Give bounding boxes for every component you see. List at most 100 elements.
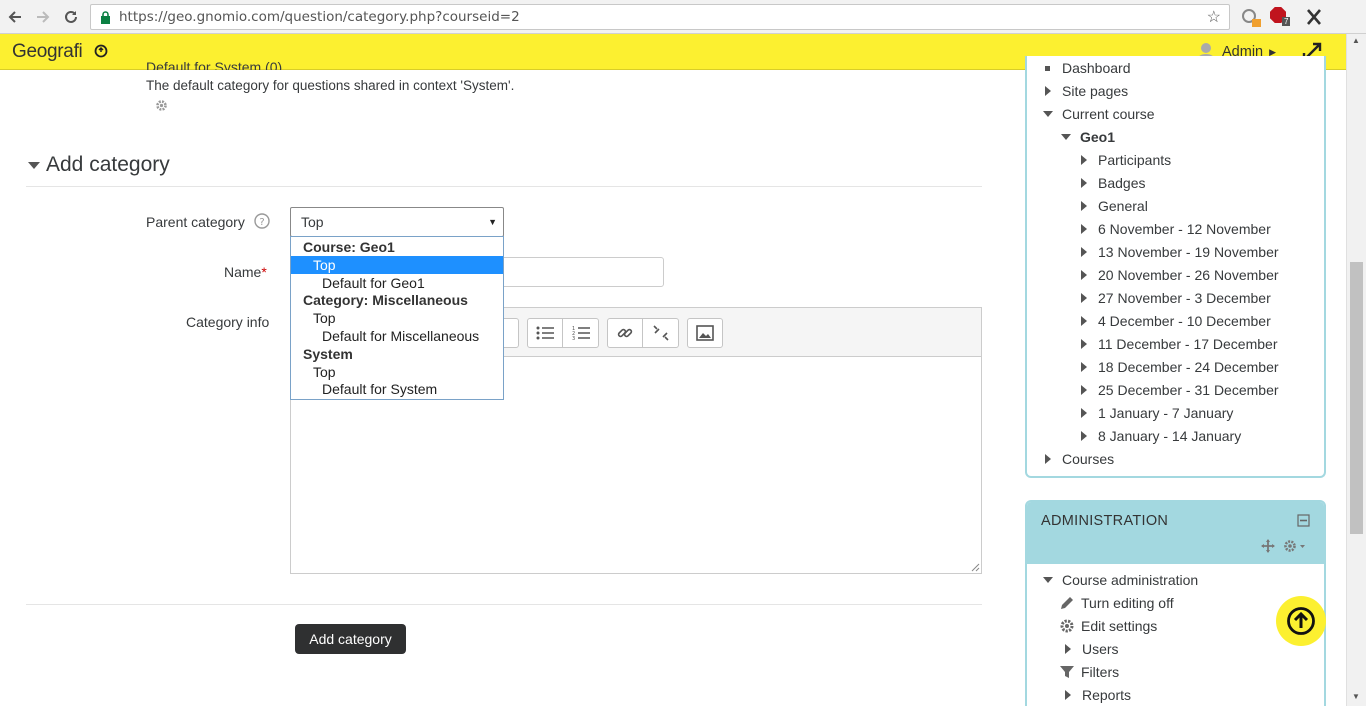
expand-triangle-icon [1081, 178, 1087, 188]
add-category-header[interactable]: Add category [28, 153, 170, 177]
nav-label: 20 November - 26 November [1098, 267, 1279, 283]
nav-dashboard[interactable]: Dashboard [1045, 62, 1131, 74]
expand-triangle-icon [1081, 316, 1087, 326]
parent-category-label: Parent category [146, 214, 245, 230]
dropdown-option[interactable]: Default for Miscellaneous [291, 327, 503, 345]
nav-label: 1 January - 7 January [1098, 405, 1234, 421]
parent-category-options: Course: Geo1 Top Default for Geo1 Category:… [290, 236, 504, 400]
scroll-to-top-button[interactable] [1276, 596, 1326, 646]
adblock-extension[interactable]: 7 [1270, 7, 1292, 27]
back-button[interactable] [4, 6, 26, 28]
toolbar-group-links [607, 318, 679, 348]
reload-icon [65, 10, 77, 23]
category-description: The default category for questions share… [146, 78, 515, 93]
numbered-list-button[interactable]: 123 [563, 319, 598, 347]
admin-label: Turn editing off [1081, 595, 1174, 611]
nav-section-item[interactable]: 13 November - 19 November [1081, 244, 1279, 260]
nav-section-item[interactable]: 4 December - 10 December [1081, 313, 1271, 329]
nav-section-item[interactable]: 27 November - 3 December [1081, 290, 1271, 306]
collapse-triangle-icon [1043, 111, 1053, 117]
scroll-thumb[interactable] [1350, 262, 1363, 534]
dropdown-caret-icon: ▼ [488, 217, 497, 227]
gear-icon [1060, 619, 1074, 633]
reload-button[interactable] [60, 6, 82, 28]
nav-section-item[interactable]: 18 December - 24 December [1081, 359, 1279, 375]
admin-label: Reports [1082, 687, 1132, 703]
expand-triangle-icon [1081, 201, 1087, 211]
nav-current-course[interactable]: Current course [1043, 106, 1155, 122]
nav-section-item[interactable]: Badges [1081, 175, 1145, 191]
gear-icon[interactable] [155, 99, 168, 112]
arrow-right-icon [37, 11, 50, 23]
nav-section-item[interactable]: 8 January - 14 January [1081, 428, 1241, 444]
image-button[interactable] [688, 319, 722, 347]
add-category-button[interactable]: Add category [295, 624, 406, 654]
help-icon[interactable]: ? [254, 213, 270, 229]
expand-triangle-icon [1081, 224, 1087, 234]
gear-menu-icon[interactable] [1283, 539, 1307, 553]
nav-section-item[interactable]: General [1081, 198, 1148, 214]
forward-button[interactable] [32, 6, 54, 28]
nav-label: Geo1 [1080, 129, 1116, 145]
address-bar[interactable]: https://geo.gnomio.com/question/category… [90, 4, 1230, 30]
nav-site-pages[interactable]: Site pages [1045, 83, 1128, 99]
expand-triangle-icon [1045, 86, 1051, 96]
scroll-down-arrow[interactable]: ▼ [1352, 692, 1360, 701]
link-button[interactable] [608, 319, 643, 347]
category-info-label: Category info [186, 314, 270, 330]
nav-label: 8 January - 14 January [1098, 428, 1242, 444]
admin-item[interactable]: Filters [1059, 664, 1119, 680]
nav-label: Badges [1098, 175, 1146, 191]
nav-section-item[interactable]: Participants [1081, 152, 1171, 168]
scroll-up-arrow[interactable]: ▲ [1352, 36, 1360, 45]
unlink-button[interactable] [643, 319, 678, 347]
nav-label: Participants [1098, 152, 1172, 168]
nav-label: Current course [1062, 106, 1155, 122]
nav-section-item[interactable]: 11 December - 17 December [1081, 336, 1277, 352]
move-icon[interactable] [1261, 539, 1275, 553]
page-scrollbar[interactable]: ▲ ▼ [1346, 34, 1366, 706]
administration-title: ADMINISTRATION [1041, 513, 1169, 529]
unlink-icon [652, 325, 669, 341]
bullet-list-button[interactable] [528, 319, 563, 347]
bullet-list-icon [536, 326, 554, 340]
nav-label: 4 December - 10 December [1098, 313, 1271, 329]
nav-section-item[interactable]: 1 January - 7 January [1081, 405, 1233, 421]
navigation-block: Dashboard Site pages Current course Geo1… [1025, 56, 1326, 478]
resize-handle-icon[interactable] [970, 562, 980, 572]
nav-course-geo1[interactable]: Geo1 [1061, 129, 1115, 145]
admin-label: Edit settings [1081, 618, 1158, 634]
extension-icon[interactable] [1240, 7, 1262, 27]
admin-item[interactable]: Users [1059, 641, 1119, 657]
nav-section-item[interactable]: 20 November - 26 November [1081, 267, 1279, 283]
lock-icon [101, 11, 110, 24]
circle-arrow-icon[interactable] [94, 44, 108, 58]
dropdown-option[interactable]: Top [291, 309, 503, 327]
expand-triangle-icon [1081, 270, 1087, 280]
minimize-icon[interactable] [1297, 514, 1310, 527]
dropdown-option[interactable]: Top [291, 363, 503, 381]
dropdown-option[interactable]: Default for System [291, 380, 503, 398]
dropdown-option[interactable]: Top [291, 255, 503, 274]
nav-label: 18 December - 24 December [1098, 359, 1279, 375]
nav-courses[interactable]: Courses [1045, 451, 1114, 467]
nav-section-item[interactable]: 6 November - 12 November [1081, 221, 1271, 237]
nav-section-item[interactable]: 25 December - 31 December [1081, 382, 1279, 398]
dropdown-option[interactable]: Default for Geo1 [291, 274, 503, 292]
bookmark-star-icon[interactable]: ☆ [1207, 7, 1221, 27]
x-extension-icon[interactable] [1304, 7, 1326, 27]
admin-item[interactable]: Turn editing off [1059, 595, 1174, 611]
parent-category-select[interactable]: Top ▼ [290, 207, 504, 237]
admin-item[interactable]: Edit settings [1059, 618, 1157, 634]
svg-text:?: ? [259, 217, 264, 228]
nav-label: Site pages [1062, 83, 1129, 99]
url-text: https://geo.gnomio.com/question/category… [119, 9, 520, 25]
site-brand[interactable]: Geografi [12, 41, 83, 63]
admin-course-administration[interactable]: Course administration [1043, 572, 1198, 588]
nav-label: Dashboard [1062, 62, 1131, 74]
nav-label: 25 December - 31 December [1098, 382, 1279, 398]
admin-label: Filters [1081, 664, 1120, 680]
filter-icon [1060, 666, 1074, 678]
arrow-left-icon [8, 11, 21, 23]
admin-item[interactable]: Reports [1059, 687, 1131, 703]
